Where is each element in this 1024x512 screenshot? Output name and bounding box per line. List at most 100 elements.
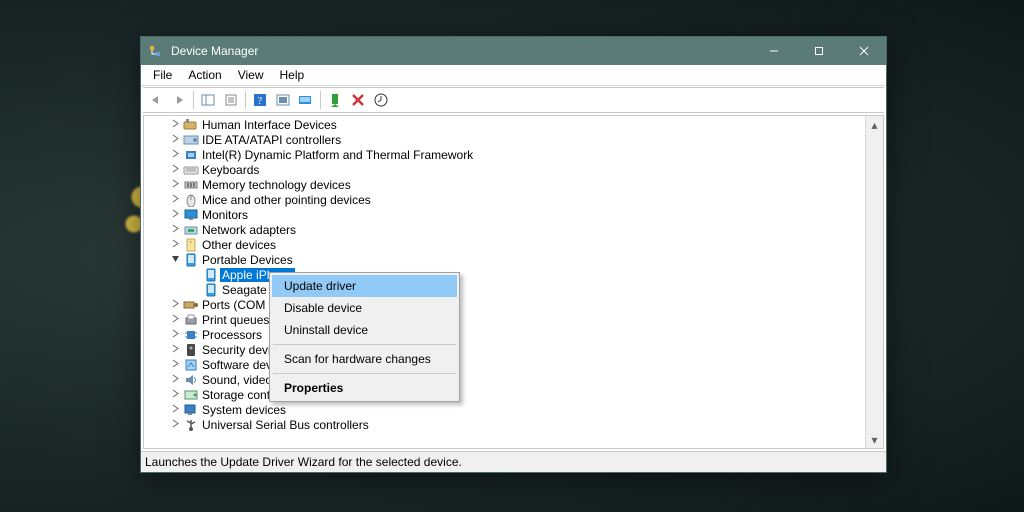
expand-icon[interactable] xyxy=(168,179,182,191)
tree-row[interactable]: System devices xyxy=(144,402,865,417)
tree-row[interactable]: Apple iPhone xyxy=(144,267,865,282)
tree-row-label: Mice and other pointing devices xyxy=(200,193,371,207)
toolbar-separator xyxy=(245,91,246,109)
menu-view[interactable]: View xyxy=(230,66,272,84)
tree-row-label: Human Interface Devices xyxy=(200,118,337,132)
tree-row[interactable]: IDE ATA/ATAPI controllers xyxy=(144,132,865,147)
tree-row[interactable]: Mice and other pointing devices xyxy=(144,192,865,207)
tree-row[interactable]: Human Interface Devices xyxy=(144,117,865,132)
tree-row[interactable]: Intel(R) Dynamic Platform and Thermal Fr… xyxy=(144,147,865,162)
context-menu[interactable]: Update driverDisable deviceUninstall dev… xyxy=(269,272,460,402)
expand-icon[interactable] xyxy=(168,239,182,251)
expand-icon[interactable] xyxy=(168,224,182,236)
properties-icon[interactable] xyxy=(220,90,242,110)
ports-icon xyxy=(182,299,200,311)
expand-icon[interactable] xyxy=(168,344,182,356)
storage-icon xyxy=(182,388,200,402)
expand-icon[interactable] xyxy=(168,389,182,401)
context-menu-item[interactable]: Update driver xyxy=(272,275,457,297)
expand-icon[interactable] xyxy=(168,374,182,386)
usb-icon xyxy=(182,418,200,432)
expand-icon[interactable] xyxy=(168,134,182,146)
device-manager-window: Device Manager File Action View Help ? xyxy=(140,36,887,473)
tree-row[interactable]: Universal Serial Bus controllers xyxy=(144,417,865,432)
show-hidden-icon[interactable] xyxy=(295,90,317,110)
tree-row[interactable]: Seagate E xyxy=(144,282,865,297)
tree-row-label: System devices xyxy=(200,403,286,417)
context-menu-item[interactable]: Uninstall device xyxy=(272,319,457,341)
context-menu-item[interactable]: Properties xyxy=(272,377,457,399)
context-menu-item[interactable]: Scan for hardware changes xyxy=(272,348,457,370)
expand-icon[interactable] xyxy=(168,194,182,206)
help-icon[interactable]: ? xyxy=(249,90,271,110)
tree-row-label: Keyboards xyxy=(200,163,259,177)
tree-row-label: Software devi xyxy=(200,358,275,372)
vertical-scrollbar[interactable]: ▴ ▾ xyxy=(865,116,883,448)
tree-row-label: Network adapters xyxy=(200,223,296,237)
collapse-icon[interactable] xyxy=(168,254,182,266)
expand-icon[interactable] xyxy=(168,329,182,341)
tree-row[interactable]: Print queues xyxy=(144,312,865,327)
tree-row-label: Processors xyxy=(200,328,262,342)
tree-row[interactable]: Software devi xyxy=(144,357,865,372)
tree-row[interactable]: Memory technology devices xyxy=(144,177,865,192)
expand-icon[interactable] xyxy=(168,164,182,176)
scan-hardware-icon[interactable] xyxy=(272,90,294,110)
keyboard-icon xyxy=(182,164,200,176)
toolbar-separator xyxy=(320,91,321,109)
maximize-button[interactable] xyxy=(796,37,841,65)
update-driver-icon[interactable] xyxy=(370,90,392,110)
soft-icon xyxy=(182,358,200,372)
menubar: File Action View Help xyxy=(141,65,886,86)
expand-icon[interactable] xyxy=(168,404,182,416)
expand-icon[interactable] xyxy=(168,359,182,371)
monitor-icon xyxy=(182,208,200,222)
nav-back-icon[interactable] xyxy=(145,90,167,110)
portable-icon xyxy=(202,268,220,282)
desktop-background: Device Manager File Action View Help ? xyxy=(0,0,1024,512)
tree-row[interactable]: Network adapters xyxy=(144,222,865,237)
enable-device-icon[interactable] xyxy=(324,90,346,110)
expand-icon[interactable] xyxy=(168,119,182,131)
tree-row[interactable]: Sound, video xyxy=(144,372,865,387)
tree-row[interactable]: Storage controllers xyxy=(144,387,865,402)
show-hide-tree-icon[interactable] xyxy=(197,90,219,110)
toolbar: ? xyxy=(143,87,884,113)
menu-action[interactable]: Action xyxy=(180,66,229,84)
disable-device-icon[interactable] xyxy=(347,90,369,110)
tree-row-label: Other devices xyxy=(200,238,276,252)
tree-row[interactable]: Monitors xyxy=(144,207,865,222)
portable-icon xyxy=(182,253,200,267)
expand-icon[interactable] xyxy=(168,314,182,326)
expand-icon[interactable] xyxy=(168,149,182,161)
expand-icon[interactable] xyxy=(168,419,182,431)
tree-row[interactable]: Other devices xyxy=(144,237,865,252)
sound-icon xyxy=(182,373,200,387)
tree-row[interactable]: Security devic xyxy=(144,342,865,357)
tree-row[interactable]: Keyboards xyxy=(144,162,865,177)
scroll-down-icon[interactable]: ▾ xyxy=(866,431,883,448)
menu-help[interactable]: Help xyxy=(272,66,313,84)
tree-row-label: Universal Serial Bus controllers xyxy=(200,418,369,432)
expand-icon[interactable] xyxy=(168,209,182,221)
window-title: Device Manager xyxy=(169,44,751,58)
nav-forward-icon[interactable] xyxy=(168,90,190,110)
expand-icon[interactable] xyxy=(168,299,182,311)
printer-icon xyxy=(182,313,200,327)
hid-icon xyxy=(182,118,200,132)
scroll-up-icon[interactable]: ▴ xyxy=(866,116,883,133)
tree-row-label: Intel(R) Dynamic Platform and Thermal Fr… xyxy=(200,148,473,162)
tree-row[interactable]: Portable Devices xyxy=(144,252,865,267)
toolbar-separator xyxy=(193,91,194,109)
tree-row-label: Memory technology devices xyxy=(200,178,351,192)
device-tree[interactable]: Human Interface DevicesIDE ATA/ATAPI con… xyxy=(144,116,865,448)
content-area: Human Interface DevicesIDE ATA/ATAPI con… xyxy=(143,115,884,449)
tree-row[interactable]: Ports (COM & xyxy=(144,297,865,312)
tree-row[interactable]: Processors xyxy=(144,327,865,342)
close-button[interactable] xyxy=(841,37,886,65)
security-icon xyxy=(182,343,200,357)
context-menu-item[interactable]: Disable device xyxy=(272,297,457,319)
minimize-button[interactable] xyxy=(751,37,796,65)
menu-file[interactable]: File xyxy=(145,66,180,84)
titlebar[interactable]: Device Manager xyxy=(141,37,886,65)
